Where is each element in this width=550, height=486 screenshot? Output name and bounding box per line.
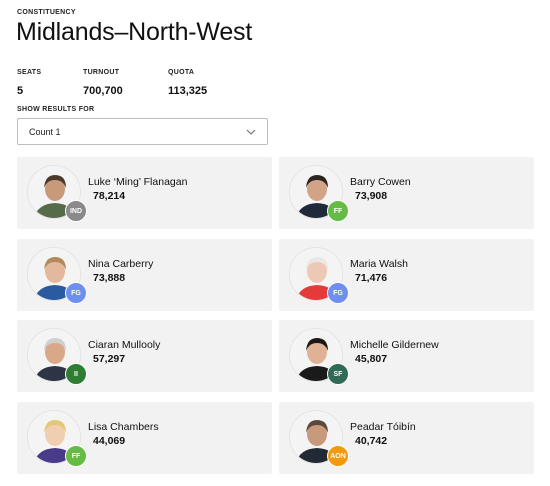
candidate-name: Ciaran Mullooly xyxy=(88,339,161,351)
candidate-name: Michelle Gildernew xyxy=(350,339,439,351)
candidate-avatar-wrap: II xyxy=(27,328,87,385)
party-badge: FF xyxy=(327,200,349,222)
candidate-avatar-wrap: FF xyxy=(27,410,87,467)
candidate-votes: 73,888 xyxy=(93,272,126,284)
candidate-card[interactable]: FG Maria Walsh 71,476 xyxy=(279,239,534,311)
party-badge: FG xyxy=(327,282,349,304)
turnout-value: 700,700 xyxy=(83,85,123,97)
candidate-name: Maria Walsh xyxy=(350,258,408,270)
candidate-avatar-wrap: AON xyxy=(289,410,349,467)
candidate-name: Barry Cowen xyxy=(350,176,411,188)
candidate-votes: 44,069 xyxy=(93,435,126,447)
candidate-card[interactable]: IND Luke ‘Ming’ Flanagan 78,214 xyxy=(17,157,272,229)
party-badge: FF xyxy=(65,445,87,467)
candidate-name: Nina Carberry xyxy=(88,258,154,270)
party-badge: FG xyxy=(65,282,87,304)
turnout-stat: TURNOUT 700,700 xyxy=(83,69,168,99)
candidate-name: Peadar Tóibín xyxy=(350,421,416,433)
turnout-label: TURNOUT xyxy=(83,69,120,76)
stats-row: SEATS 5 TURNOUT 700,700 QUOTA 113,325 xyxy=(17,69,248,99)
candidate-votes: 73,908 xyxy=(355,190,388,202)
candidate-votes: 71,476 xyxy=(355,272,388,284)
quota-value: 113,325 xyxy=(168,85,208,97)
chevron-down-icon xyxy=(246,129,256,135)
candidate-card[interactable]: FG Nina Carberry 73,888 xyxy=(17,239,272,311)
candidate-avatar-wrap: FG xyxy=(289,247,349,304)
seats-value: 5 xyxy=(17,85,24,97)
page-title: Midlands–North-West xyxy=(16,18,253,46)
candidate-avatar-wrap: SF xyxy=(289,328,349,385)
candidate-card[interactable]: II Ciaran Mullooly 57,297 xyxy=(17,320,272,392)
candidate-card[interactable]: SF Michelle Gildernew 45,807 xyxy=(279,320,534,392)
candidate-name: Luke ‘Ming’ Flanagan xyxy=(88,176,188,188)
party-badge: SF xyxy=(327,363,349,385)
constituency-eyebrow: CONSTITUENCY xyxy=(17,9,76,16)
candidate-card[interactable]: FF Barry Cowen 73,908 xyxy=(279,157,534,229)
quota-stat: QUOTA 113,325 xyxy=(168,69,248,99)
candidate-avatar-wrap: IND xyxy=(27,165,87,222)
candidate-avatar-wrap: FF xyxy=(289,165,349,222)
candidate-card[interactable]: FF Lisa Chambers 44,069 xyxy=(17,402,272,474)
candidate-votes: 45,807 xyxy=(355,353,388,365)
candidate-avatar-wrap: FG xyxy=(27,247,87,304)
candidate-votes: 57,297 xyxy=(93,353,126,365)
candidate-name: Lisa Chambers xyxy=(88,421,159,433)
candidate-votes: 40,742 xyxy=(355,435,388,447)
seats-stat: SEATS 5 xyxy=(17,69,83,99)
seats-label: SEATS xyxy=(17,69,42,76)
show-results-label: SHOW RESULTS FOR xyxy=(17,106,95,113)
results-count-selected: Count 1 xyxy=(29,126,61,137)
party-badge: II xyxy=(65,363,87,385)
results-count-select[interactable]: Count 1 xyxy=(17,118,268,145)
party-badge: IND xyxy=(65,200,87,222)
party-badge: AON xyxy=(327,445,349,467)
candidate-votes: 78,214 xyxy=(93,190,126,202)
candidate-card[interactable]: AON Peadar Tóibín 40,742 xyxy=(279,402,534,474)
quota-label: QUOTA xyxy=(168,69,195,76)
